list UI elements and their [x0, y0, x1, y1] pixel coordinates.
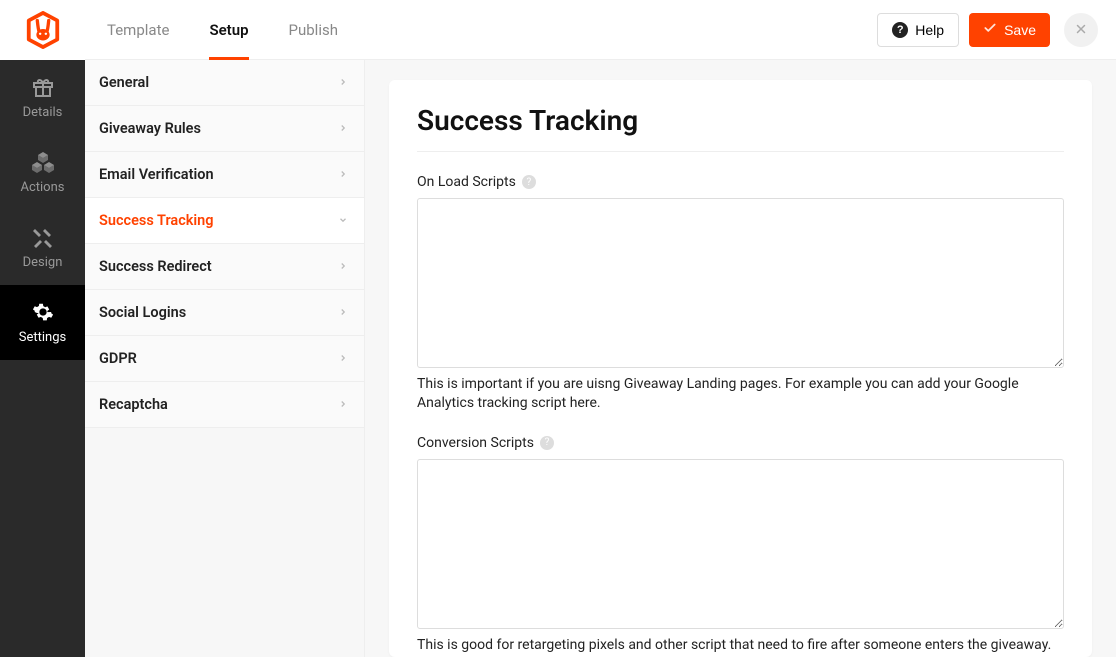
on-load-scripts-input[interactable] [417, 198, 1064, 368]
button-label: Help [915, 22, 944, 38]
sub-item-label: Success Tracking [99, 212, 214, 229]
conversion-label: Conversion Scripts ? [417, 435, 1064, 451]
topbar: Template Setup Publish ? Help Save [85, 0, 1116, 60]
close-button[interactable] [1064, 13, 1098, 47]
app-logo[interactable] [0, 0, 85, 60]
sub-item-label: Giveaway Rules [99, 120, 201, 137]
sidebar-item-settings[interactable]: Settings [0, 285, 85, 360]
tab-publish[interactable]: Publish [289, 0, 338, 59]
chevron-right-icon [338, 304, 348, 321]
save-button[interactable]: Save [969, 13, 1050, 47]
main-column: Template Setup Publish ? Help Save Gener… [85, 0, 1116, 657]
sidebar-item-actions[interactable]: Actions [0, 135, 85, 210]
sub-item-success-tracking[interactable]: Success Tracking [85, 198, 364, 244]
top-tabs: Template Setup Publish [107, 0, 338, 59]
sub-item-label: General [99, 74, 149, 91]
chevron-right-icon [338, 396, 348, 413]
tools-icon [31, 225, 55, 249]
sub-item-gdpr[interactable]: GDPR [85, 336, 364, 382]
gift-icon [31, 75, 55, 99]
sub-item-label: Email Verification [99, 166, 214, 183]
sidebar-item-label: Settings [19, 330, 66, 345]
conversion-scripts-input[interactable] [417, 459, 1064, 629]
sub-item-general[interactable]: General [85, 60, 364, 106]
sub-item-label: GDPR [99, 350, 137, 367]
sub-item-social-logins[interactable]: Social Logins [85, 290, 364, 336]
help-tooltip-icon[interactable]: ? [540, 436, 554, 450]
sub-item-giveaway-rules[interactable]: Giveaway Rules [85, 106, 364, 152]
on-load-help-text: This is important if you are uisng Givea… [417, 375, 1064, 413]
label-text: Conversion Scripts [417, 435, 534, 451]
button-label: Save [1004, 22, 1036, 38]
tab-setup[interactable]: Setup [209, 0, 248, 59]
rabbit-logo-icon [24, 11, 62, 49]
help-button[interactable]: ? Help [877, 13, 959, 47]
icon-sidebar: Details Actions Design Settings [0, 0, 85, 657]
label-text: On Load Scripts [417, 174, 516, 190]
help-tooltip-icon[interactable]: ? [522, 175, 536, 189]
close-icon [1075, 20, 1087, 39]
sidebar-item-label: Actions [20, 180, 64, 195]
tab-template[interactable]: Template [107, 0, 169, 59]
sub-item-success-redirect[interactable]: Success Redirect [85, 244, 364, 290]
panel-wrap: Success Tracking On Load Scripts ? This … [365, 60, 1116, 657]
settings-sub-sidebar: General Giveaway Rules Email Verificatio… [85, 60, 365, 657]
sidebar-item-label: Design [23, 255, 63, 270]
sub-item-label: Recaptcha [99, 396, 168, 413]
chevron-right-icon [338, 120, 348, 137]
cubes-icon [31, 150, 55, 174]
sub-item-email-verification[interactable]: Email Verification [85, 152, 364, 198]
chevron-down-icon [338, 212, 348, 229]
sub-item-recaptcha[interactable]: Recaptcha [85, 382, 364, 428]
gear-icon [31, 300, 55, 324]
check-icon [983, 21, 997, 38]
panel-title: Success Tracking [417, 104, 1064, 152]
sub-item-label: Social Logins [99, 304, 186, 321]
sidebar-item-design[interactable]: Design [0, 210, 85, 285]
help-circle-icon: ? [892, 22, 908, 38]
sidebar-item-details[interactable]: Details [0, 60, 85, 135]
on-load-label: On Load Scripts ? [417, 174, 1064, 190]
chevron-right-icon [338, 74, 348, 91]
sub-item-label: Success Redirect [99, 258, 212, 275]
chevron-right-icon [338, 258, 348, 275]
chevron-right-icon [338, 350, 348, 367]
content-row: General Giveaway Rules Email Verificatio… [85, 60, 1116, 657]
sidebar-item-label: Details [23, 105, 63, 120]
settings-panel: Success Tracking On Load Scripts ? This … [389, 80, 1092, 657]
conversion-help-text: This is good for retargeting pixels and … [417, 636, 1064, 655]
chevron-right-icon [338, 166, 348, 183]
